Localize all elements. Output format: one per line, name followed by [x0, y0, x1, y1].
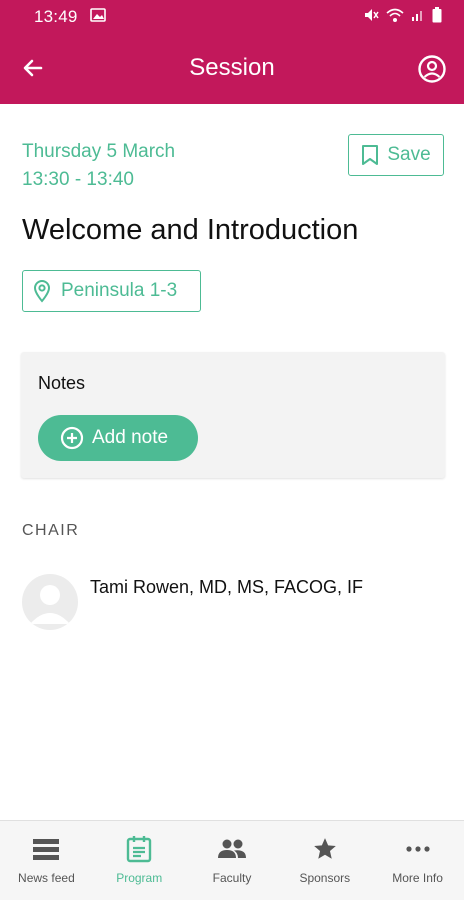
status-time: 13:49: [34, 7, 78, 26]
nav-label-faculty: Faculty: [212, 871, 252, 885]
add-note-button[interactable]: Add note: [38, 415, 198, 461]
add-note-label: Add note: [92, 427, 169, 448]
status-bar: 13:49: [0, 0, 464, 34]
session-datetime: Thursday 5 March 13:30 - 13:40: [22, 138, 175, 194]
image-notification-icon: [89, 7, 106, 27]
bookmark-icon: [362, 145, 379, 165]
session-date: Thursday 5 March: [22, 141, 176, 162]
chair-heading: CHAIR: [22, 522, 80, 539]
session-title: Welcome and Introduction: [22, 214, 359, 246]
faculty-icon: [217, 835, 247, 863]
nav-item-news-feed[interactable]: News feed: [0, 821, 93, 900]
location-pin-icon: [33, 280, 51, 303]
nav-label-more-info: More Info: [392, 871, 443, 885]
mute-icon: [363, 7, 379, 28]
profile-button[interactable]: [414, 51, 450, 87]
session-time: 13:30 - 13:40: [22, 169, 134, 190]
signal-icon: [411, 8, 425, 27]
bottom-navigation: News feed Program Faculty Sponsors More …: [0, 820, 464, 900]
chair-item[interactable]: Tami Rowen, MD, MS, FACOG, IF: [22, 574, 442, 634]
app-bar: Session: [0, 34, 464, 104]
notes-heading: Notes: [38, 373, 86, 393]
wifi-icon: [386, 7, 404, 28]
star-icon: [310, 835, 340, 863]
location-button[interactable]: Peninsula 1-3: [22, 270, 201, 312]
location-label: Peninsula 1-3: [61, 280, 178, 301]
save-label: Save: [387, 144, 431, 165]
person-placeholder-icon: [30, 585, 70, 624]
battery-icon: [432, 6, 442, 28]
news-feed-icon: [31, 835, 61, 863]
nav-item-sponsors[interactable]: Sponsors: [278, 821, 371, 900]
nav-label-news-feed: News feed: [18, 871, 75, 885]
program-icon: [124, 835, 154, 863]
save-button[interactable]: Save: [348, 134, 444, 176]
nav-item-program[interactable]: Program: [93, 821, 186, 900]
nav-item-faculty[interactable]: Faculty: [186, 821, 279, 900]
account-icon: [418, 55, 446, 83]
page-title: Session: [189, 54, 275, 81]
nav-label-program: Program: [116, 871, 163, 885]
avatar: [22, 574, 78, 630]
nav-label-sponsors: Sponsors: [299, 871, 351, 885]
nav-item-more-info[interactable]: More Info: [371, 821, 464, 900]
more-icon: [403, 835, 433, 863]
chair-name: Tami Rowen, MD, MS, FACOG, IF: [90, 577, 364, 597]
add-circle-icon: [60, 426, 84, 450]
notes-card: Notes Add note: [21, 352, 445, 478]
